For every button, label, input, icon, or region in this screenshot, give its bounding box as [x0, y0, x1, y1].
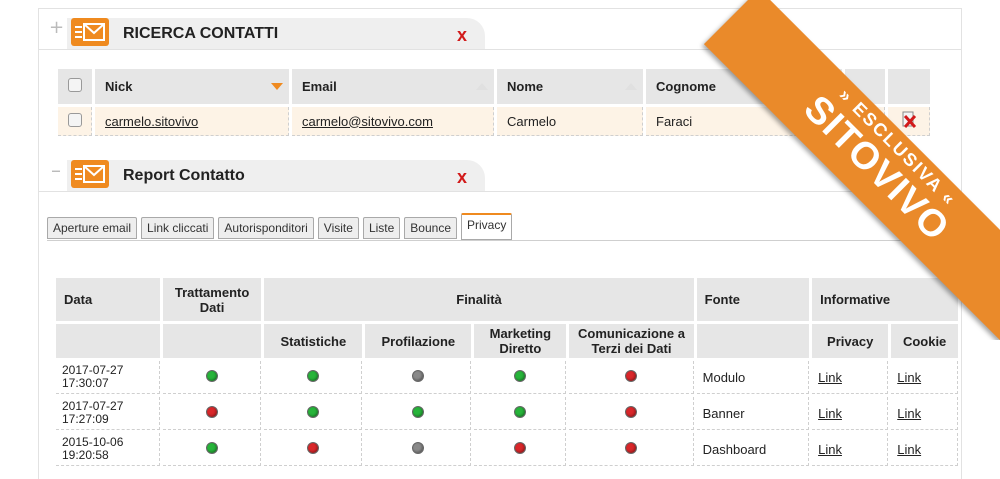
status-dot-icon — [411, 369, 424, 382]
tab-liste[interactable]: Liste — [362, 217, 401, 239]
tab-privacy[interactable]: Privacy — [461, 213, 513, 240]
header-finalita: Finalità — [264, 278, 694, 321]
table-row: 2017-07-27 17:27:09 Banner Link Link — [56, 397, 958, 430]
sort-icon[interactable] — [625, 83, 637, 90]
header-statistiche: Statistiche — [264, 324, 363, 358]
report-panel-tab: Report Contatto x — [67, 160, 485, 192]
close-report-panel-icon[interactable]: x — [457, 167, 467, 188]
search-panel-title: RICERCA CONTATTI — [123, 25, 279, 42]
status-dot-icon — [205, 405, 218, 418]
status-dot-icon — [306, 405, 319, 418]
status-dot-icon — [513, 405, 526, 418]
cookie-link[interactable]: Link — [897, 406, 921, 421]
select-all-header — [58, 69, 92, 104]
header-data: Data — [56, 278, 160, 321]
header-trattamento: Trattamento Dati — [162, 278, 262, 321]
contact-email-link[interactable]: carmelo@sitovivo.com — [302, 114, 433, 129]
search-panel-tab: RICERCA CONTATTI x — [67, 18, 485, 50]
header-marketing: Marketing Diretto — [474, 324, 567, 358]
ribbon-line2: SITOVIVO — [795, 87, 958, 250]
row-fonte: Modulo — [696, 361, 810, 394]
column-header-nick[interactable]: Nick — [95, 69, 289, 104]
table-row: 2015-10-06 19:20:58 Dashboard Link Link — [56, 433, 958, 466]
row-fonte: Banner — [696, 397, 810, 430]
contact-nick-link[interactable]: carmelo.sitovivo — [105, 114, 198, 129]
cookie-link[interactable]: Link — [897, 370, 921, 385]
status-dot-icon — [205, 369, 218, 382]
status-dot-icon — [205, 441, 218, 454]
mail-icon — [71, 18, 109, 46]
tab-aperture-email[interactable]: Aperture email — [47, 217, 138, 239]
row-datetime: 2015-10-06 19:20:58 — [56, 433, 160, 466]
report-panel-title: Report Contatto — [123, 167, 245, 184]
row-datetime: 2017-07-27 17:30:07 — [56, 361, 160, 394]
status-dot-icon — [306, 441, 319, 454]
status-dot-icon — [411, 441, 424, 454]
select-all-checkbox[interactable] — [68, 78, 82, 92]
status-dot-icon — [513, 441, 526, 454]
collapse-icon[interactable]: – — [49, 160, 63, 180]
expand-icon[interactable]: + — [49, 19, 64, 37]
status-dot-icon — [625, 405, 637, 418]
report-tabs: Aperture email Link cliccati Autorispond… — [47, 213, 513, 240]
cookie-link[interactable]: Link — [897, 442, 921, 457]
sort-desc-icon[interactable] — [271, 83, 283, 90]
contact-nome: Carmelo — [497, 107, 643, 136]
ribbon-banner: » ESCLUSIVA « SITOVIVO — [703, 0, 1000, 340]
privacy-link[interactable]: Link — [818, 442, 842, 457]
status-dot-icon — [625, 441, 637, 454]
header-profilazione: Profilazione — [365, 324, 472, 358]
tab-link-cliccati[interactable]: Link cliccati — [141, 217, 215, 239]
privacy-link[interactable]: Link — [818, 370, 842, 385]
status-dot-icon — [306, 369, 319, 382]
tab-visite[interactable]: Visite — [317, 217, 359, 239]
column-header-nome[interactable]: Nome — [497, 69, 643, 104]
column-header-email[interactable]: Email — [292, 69, 494, 104]
close-search-panel-icon[interactable]: x — [457, 25, 467, 46]
status-dot-icon — [625, 369, 637, 382]
row-datetime: 2017-07-27 17:27:09 — [56, 397, 160, 430]
status-dot-icon — [513, 369, 526, 382]
tab-bounce[interactable]: Bounce — [404, 217, 457, 239]
row-checkbox[interactable] — [67, 112, 82, 127]
table-row: 2017-07-27 17:30:07 Modulo Link Link — [56, 361, 958, 394]
status-dot-icon — [411, 405, 424, 418]
sort-icon[interactable] — [476, 83, 488, 90]
tab-autorisponditori[interactable]: Autorisponditori — [218, 217, 314, 239]
exclusive-ribbon: » ESCLUSIVA « SITOVIVO — [660, 0, 1000, 340]
row-fonte: Dashboard — [696, 433, 810, 466]
privacy-link[interactable]: Link — [818, 406, 842, 421]
mail-icon — [71, 160, 109, 188]
